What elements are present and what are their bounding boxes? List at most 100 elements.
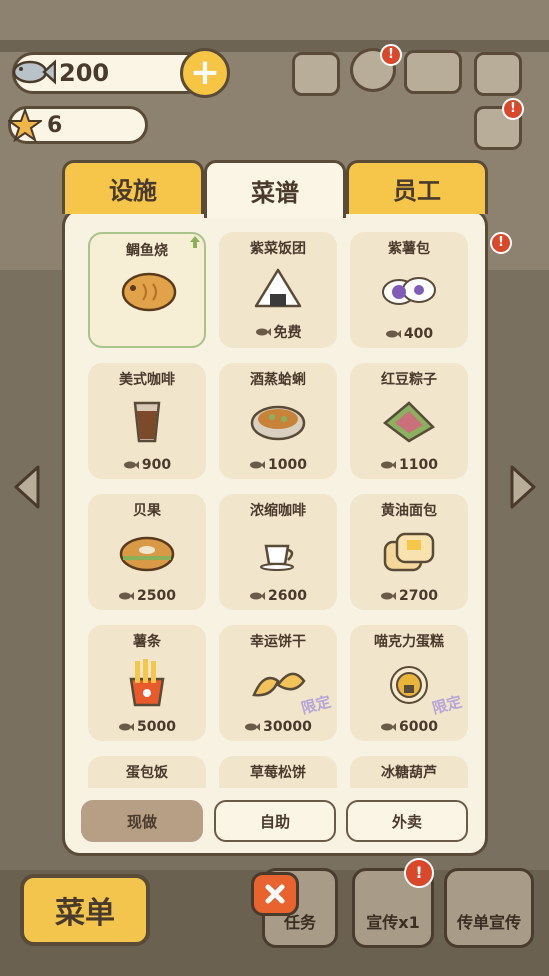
close-button[interactable] <box>251 872 299 916</box>
side-notification-badge: ! <box>490 232 512 254</box>
recipe-price: 2600 <box>219 588 337 604</box>
clams-icon <box>250 405 306 441</box>
recipe-price-value: 400 <box>403 326 434 342</box>
recipe-card[interactable]: 幸运饼干 30000 限定 <box>219 625 337 741</box>
price-fish-icon <box>385 330 401 338</box>
menu-button[interactable]: 菜单 <box>20 874 150 946</box>
flyer-button[interactable]: 传单宣传 <box>444 868 534 948</box>
recipe-card[interactable]: 红豆粽子 1100 <box>350 363 468 479</box>
recipe-card[interactable]: 黄油面包 2700 <box>350 494 468 610</box>
tab-staff[interactable]: 员工 <box>346 160 488 214</box>
coin-count: 200 <box>59 59 110 87</box>
mode-self-service-button[interactable]: 自助 <box>214 800 336 842</box>
recipe-name: 红豆粽子 <box>381 372 437 388</box>
purple-bun-icon <box>382 277 436 305</box>
recipe-price-value: 30000 <box>263 719 312 735</box>
recipe-card[interactable]: 浓缩咖啡 2600 <box>219 494 337 610</box>
close-icon <box>265 884 285 904</box>
espresso-icon <box>260 544 294 571</box>
price-fish-icon <box>250 461 266 469</box>
recipe-price: 1100 <box>350 457 468 473</box>
price-fish-icon <box>119 592 135 600</box>
price-fish-icon <box>381 723 397 731</box>
recipe-price: 6000 <box>350 719 468 735</box>
recipe-name: 黄油面包 <box>381 503 437 519</box>
tab-facilities[interactable]: 设施 <box>62 160 204 214</box>
recipe-price-value: 免费 <box>273 325 302 341</box>
mode-cook-button[interactable]: 现做 <box>81 800 203 842</box>
recipe-card[interactable]: 紫薯包 400 <box>350 232 468 348</box>
price-fish-icon <box>381 461 397 469</box>
recipe-price-value: 1000 <box>268 457 307 473</box>
recipe-name: 蛋包饭 <box>126 765 168 781</box>
price-fish-icon <box>119 723 135 731</box>
price-fish-icon <box>255 328 271 336</box>
star-count: 6 <box>47 112 63 138</box>
onigiri-icon <box>254 268 302 308</box>
taiyaki-icon <box>121 272 177 312</box>
strawberry-muffin-icon <box>248 786 308 788</box>
star-icon <box>8 108 42 142</box>
recipe-card[interactable]: 薯条 5000 <box>88 625 206 741</box>
recipe-price: 免费 <box>219 322 337 342</box>
recipe-card[interactable]: 紫菜饭团免费 <box>219 232 337 348</box>
newspaper-notification-badge: ! <box>502 98 524 120</box>
recipe-card[interactable]: 酒蒸蛤蜊 1000 <box>219 363 337 479</box>
recipe-card[interactable]: 冰糖葫芦 <box>350 756 468 788</box>
recipe-card[interactable]: 鲷鱼烧 <box>88 232 206 348</box>
add-coins-button[interactable]: + <box>180 48 230 98</box>
recipe-name: 酒蒸蛤蜊 <box>250 372 306 388</box>
next-page-arrow-icon[interactable] <box>506 463 540 511</box>
recipe-name: 紫菜饭团 <box>250 241 306 257</box>
omurice-icon <box>117 786 177 788</box>
recipe-card[interactable]: 蛋包饭 <box>88 756 206 788</box>
mode-delivery-button[interactable]: 外卖 <box>346 800 468 842</box>
recipe-price: 400 <box>350 326 468 342</box>
recipe-price-value: 5000 <box>137 719 176 735</box>
recipe-price-value: 900 <box>141 457 172 473</box>
recipe-name: 薯条 <box>133 634 161 650</box>
ranking-icon[interactable] <box>292 52 340 96</box>
promotion-notification-badge: ! <box>404 858 434 888</box>
recipe-name: 鲷鱼烧 <box>126 243 168 259</box>
recipe-card[interactable]: 美式咖啡 900 <box>88 363 206 479</box>
previous-page-arrow-icon[interactable] <box>10 463 44 511</box>
fries-icon <box>129 659 165 707</box>
recipe-price-value: 2600 <box>268 588 307 604</box>
camera-icon[interactable] <box>474 52 522 96</box>
recipe-price: 2700 <box>350 588 468 604</box>
flyer-label: 传单宣传 <box>456 913 521 932</box>
recipe-price-value: 2700 <box>399 588 438 604</box>
price-fish-icon <box>123 461 139 469</box>
cookbook-icon[interactable] <box>404 50 462 94</box>
recipe-price-value: 6000 <box>399 719 438 735</box>
recipe-card[interactable]: 贝果 2500 <box>88 494 206 610</box>
recipe-grid: 鲷鱼烧 紫菜饭团免费 紫薯包 400 美式咖啡 900 酒蒸蛤蜊 1000 红豆粽子 1100 贝果… <box>80 226 474 788</box>
recipe-price: 1000 <box>219 457 337 473</box>
price-fish-icon <box>250 592 266 600</box>
background-beam <box>0 40 549 52</box>
recipe-price: 900 <box>88 457 206 473</box>
recipe-card[interactable]: 草莓松饼 <box>219 756 337 788</box>
bagel-icon <box>119 536 175 572</box>
recipe-card[interactable]: 喵克力蛋糕 6000 限定 <box>350 625 468 741</box>
butter-bread-icon <box>383 532 435 572</box>
recipe-price-value: 1100 <box>399 457 438 473</box>
promotion-label: 宣传x1 <box>366 913 420 932</box>
recipe-name: 贝果 <box>133 503 161 519</box>
recipe-price: 2500 <box>88 588 206 604</box>
recipe-name: 幸运饼干 <box>250 634 306 650</box>
tab-recipes[interactable]: 菜谱 <box>204 160 346 218</box>
fish-coin-icon <box>12 59 56 85</box>
recipe-price: 5000 <box>88 719 206 735</box>
price-fish-icon <box>245 723 261 731</box>
settings-notification-badge: ! <box>380 44 402 66</box>
recipe-name: 美式咖啡 <box>119 372 175 388</box>
recipe-name: 冰糖葫芦 <box>381 765 437 781</box>
recipe-name: 紫薯包 <box>388 241 430 257</box>
recipe-price: 30000 <box>219 719 337 735</box>
upgrade-arrow-icon <box>190 236 200 248</box>
tanghulu-icon <box>379 786 439 788</box>
panel-tabs: 设施 菜谱 员工 <box>62 160 488 218</box>
recipe-name: 草莓松饼 <box>250 765 306 781</box>
